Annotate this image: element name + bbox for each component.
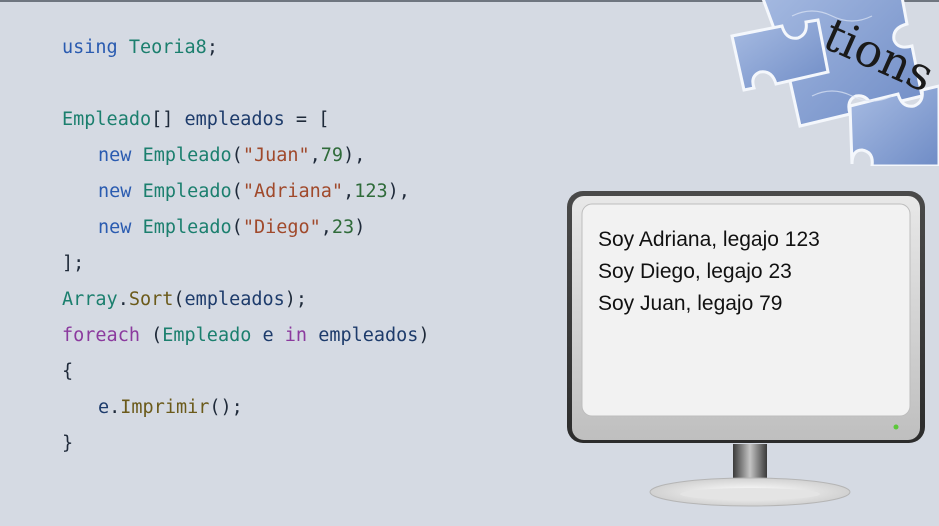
string-literal: "Juan"	[242, 145, 310, 166]
output-line: Soy Adriana, legajo 123	[598, 228, 820, 251]
string-literal: "Adriana"	[242, 181, 344, 202]
array-variable: empleados	[184, 109, 285, 130]
power-led-icon	[893, 424, 899, 430]
number-literal: 79	[320, 145, 344, 166]
console-output: Soy Adriana, legajo 123 Soy Diego, legaj…	[598, 224, 898, 320]
call-method: Imprimir	[120, 397, 210, 418]
method-name: Sort	[128, 289, 174, 310]
output-line: Soy Diego, legajo 23	[598, 260, 792, 283]
monitor-neck	[733, 444, 767, 482]
ctor-name: Empleado	[142, 217, 232, 238]
string-literal: "Diego"	[242, 217, 321, 238]
argument-name: empleados	[184, 289, 285, 310]
loop-variable: e	[262, 325, 274, 346]
puzzle-pieces-decoration: tions	[730, 0, 939, 166]
number-literal: 123	[354, 181, 388, 202]
keyword-new: new	[98, 181, 132, 202]
code-line-declaration: Empleado[] empleados = [	[62, 109, 330, 130]
output-line: Soy Juan, legajo 79	[598, 292, 783, 315]
monitor-stand	[649, 444, 851, 507]
keyword-using: using	[62, 37, 118, 58]
keyword-new: new	[98, 145, 132, 166]
code-line-sort: Array.Sort(empleados);	[62, 289, 308, 310]
code-line-item-2: new Empleado("Adriana",123),	[98, 181, 410, 202]
code-listing: using Teoria8; Empleado[] empleados = [ …	[62, 30, 430, 462]
number-literal: 23	[331, 217, 355, 238]
call-object: e	[98, 397, 110, 418]
ctor-name: Empleado	[142, 145, 232, 166]
loop-type: Empleado	[162, 325, 252, 346]
loop-collection: empleados	[318, 325, 419, 346]
code-line-call: e.Imprimir();	[98, 397, 243, 418]
keyword-foreach: foreach	[62, 325, 140, 346]
code-line-close-brace: }	[62, 433, 74, 454]
array-type: Empleado	[62, 109, 152, 130]
code-line-open-brace: {	[62, 361, 74, 382]
class-name: Array	[62, 289, 118, 310]
code-line-close-array: ];	[62, 253, 85, 274]
code-line-using: using Teoria8;	[62, 37, 218, 58]
keyword-new: new	[98, 217, 132, 238]
keyword-in: in	[284, 325, 308, 346]
code-line-foreach: foreach (Empleado e in empleados)	[62, 325, 430, 346]
code-line-item-1: new Empleado("Juan",79),	[98, 145, 366, 166]
code-line-item-3: new Empleado("Diego",23)	[98, 217, 366, 238]
ctor-name: Empleado	[142, 181, 232, 202]
namespace-name: Teoria8	[128, 37, 207, 58]
